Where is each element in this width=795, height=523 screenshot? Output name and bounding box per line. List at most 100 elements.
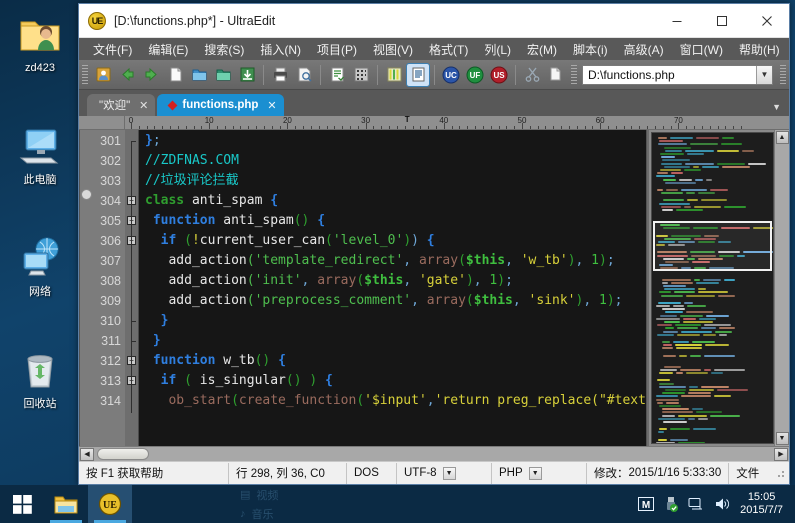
- tab-functions-php[interactable]: functions.php ✕: [157, 94, 283, 116]
- tab-list-chevron-icon[interactable]: ▼: [772, 102, 781, 112]
- menu-format[interactable]: 格式(T): [421, 39, 476, 60]
- horizontal-scrollbar[interactable]: ◀ ▶: [79, 446, 789, 461]
- network-tray-icon[interactable]: [688, 497, 704, 511]
- scroll-right-icon[interactable]: ▶: [774, 448, 788, 461]
- menu-project[interactable]: 项目(P): [309, 39, 365, 60]
- menu-edit[interactable]: 编辑(E): [140, 39, 196, 60]
- minimap-viewport[interactable]: [653, 221, 772, 271]
- menu-insert[interactable]: 插入(N): [252, 39, 309, 60]
- code-line[interactable]: add_action('init', array($this, 'gate'),…: [139, 271, 646, 291]
- uc-studio-icon[interactable]: UC: [440, 64, 462, 86]
- usb-eject-icon[interactable]: [664, 496, 678, 512]
- tab-welcome[interactable]: "欢迎" ✕: [87, 94, 155, 116]
- code-token: ('preprocess_comment': [247, 293, 411, 308]
- taskbar-ultraedit[interactable]: UE: [88, 485, 132, 523]
- new-file-icon[interactable]: [164, 64, 186, 86]
- code-token: ,: [576, 253, 592, 268]
- status-line-ending[interactable]: DOS: [347, 463, 397, 484]
- line-number: 309: [80, 291, 125, 311]
- window-titlebar[interactable]: UE [D:\functions.php*] - UltraEdit: [79, 4, 789, 38]
- code-line[interactable]: function anti_spam() {: [139, 211, 646, 231]
- chevron-down-icon[interactable]: ▼: [756, 66, 772, 84]
- hscrollbar-thumb[interactable]: [97, 448, 149, 460]
- code-line[interactable]: if ( is_singular() ) {: [139, 371, 646, 391]
- cut-icon[interactable]: [521, 64, 543, 86]
- line-number: 308: [80, 271, 125, 291]
- close-icon[interactable]: ✕: [267, 99, 276, 112]
- menu-window[interactable]: 窗口(W): [672, 39, 731, 60]
- code-line[interactable]: add_action('preprocess_comment', array($…: [139, 291, 646, 311]
- minimap-line: [665, 182, 696, 184]
- filepath-combobox[interactable]: D:\functions.php ▼: [582, 65, 773, 85]
- markdown-tray-icon[interactable]: M: [638, 497, 654, 511]
- menu-advanced[interactable]: 高级(A): [616, 39, 672, 60]
- menu-view[interactable]: 视图(V): [365, 39, 421, 60]
- desktop-icon-recycle-bin[interactable]: 回收站: [0, 340, 80, 452]
- toolbar-grip-end[interactable]: [780, 65, 786, 85]
- back-arrow-icon[interactable]: [116, 64, 138, 86]
- menu-search[interactable]: 搜索(S): [196, 39, 252, 60]
- code-text[interactable]: };//ZDFNAS.COM//垃圾评论拦截class anti_spam { …: [139, 130, 646, 446]
- menu-script[interactable]: 脚本(i): [565, 39, 616, 60]
- close-button[interactable]: [744, 4, 789, 37]
- code-editor-pane[interactable]: 3013023033043053063073083093103113123133…: [79, 130, 647, 446]
- code-line[interactable]: }: [139, 331, 646, 351]
- code-line[interactable]: if (!current_user_can('level_0')) {: [139, 231, 646, 251]
- code-line[interactable]: //ZDFNAS.COM: [139, 151, 646, 171]
- vertical-scrollbar[interactable]: ▲ ▼: [774, 130, 789, 446]
- resize-grip-icon[interactable]: [773, 466, 787, 480]
- code-folding-column[interactable]: −−−−−: [125, 130, 139, 446]
- ruler-tick: [577, 126, 578, 129]
- code-token: [145, 353, 153, 368]
- taskbar-clock[interactable]: 15:05 2015/7/7: [740, 491, 787, 517]
- code-line[interactable]: //垃圾评论拦截: [139, 171, 646, 191]
- desktop-icon-this-pc[interactable]: 此电脑: [0, 116, 80, 228]
- us-suite-icon[interactable]: US: [488, 64, 510, 86]
- volume-icon[interactable]: [714, 497, 730, 511]
- menu-file[interactable]: 文件(F): [85, 39, 140, 60]
- maximize-button[interactable]: [699, 4, 744, 37]
- code-line[interactable]: add_action('template_redirect', array($t…: [139, 251, 646, 271]
- column-mode-icon[interactable]: [383, 64, 405, 86]
- print-icon[interactable]: [269, 64, 291, 86]
- scroll-down-icon[interactable]: ▼: [776, 432, 789, 445]
- minimap-line: [659, 203, 690, 205]
- code-line[interactable]: ob_start(create_function('$input','retur…: [139, 391, 646, 411]
- code-line[interactable]: };: [139, 131, 646, 151]
- taskbar-file-explorer[interactable]: [44, 485, 88, 523]
- menu-macro[interactable]: 宏(M): [519, 39, 565, 60]
- code-minimap[interactable]: [651, 132, 774, 444]
- open-file-icon[interactable]: [188, 64, 210, 86]
- desktop-icon-zd423[interactable]: zd423: [0, 4, 80, 116]
- status-encoding[interactable]: UTF-8 ▼: [397, 463, 492, 484]
- chevron-down-icon[interactable]: ▼: [443, 467, 456, 480]
- minimize-button[interactable]: [654, 4, 699, 37]
- start-icon[interactable]: [0, 485, 44, 523]
- recent-files-icon[interactable]: [92, 64, 114, 86]
- file-list-icon[interactable]: [326, 64, 348, 86]
- scrollbar-thumb[interactable]: [81, 189, 92, 200]
- print-preview-icon[interactable]: [293, 64, 315, 86]
- jumplist-label: 音乐: [252, 506, 274, 522]
- toolbar-grip[interactable]: [82, 65, 88, 85]
- toolbar-grip-right[interactable]: [571, 65, 577, 85]
- code-line[interactable]: }: [139, 311, 646, 331]
- code-line[interactable]: function w_tb() {: [139, 351, 646, 371]
- chevron-down-icon[interactable]: ▼: [529, 467, 542, 480]
- close-icon[interactable]: ✕: [139, 99, 148, 112]
- forward-arrow-icon[interactable]: [140, 64, 162, 86]
- scroll-up-icon[interactable]: ▲: [776, 131, 789, 144]
- minimap-line: [678, 415, 707, 417]
- desktop-icon-network[interactable]: 网络: [0, 228, 80, 340]
- menu-column[interactable]: 列(L): [476, 39, 519, 60]
- status-language[interactable]: PHP ▼: [492, 463, 587, 484]
- menu-help[interactable]: 帮助(H): [731, 39, 788, 60]
- code-line[interactable]: class anti_spam {: [139, 191, 646, 211]
- uf-finder-icon[interactable]: UF: [464, 64, 486, 86]
- file-view-icon[interactable]: [407, 64, 429, 86]
- copy-icon[interactable]: [545, 64, 567, 86]
- hex-edit-icon[interactable]: [350, 64, 372, 86]
- open-folder-icon[interactable]: [212, 64, 234, 86]
- scroll-left-icon[interactable]: ◀: [80, 448, 94, 461]
- save-file-icon[interactable]: [236, 64, 258, 86]
